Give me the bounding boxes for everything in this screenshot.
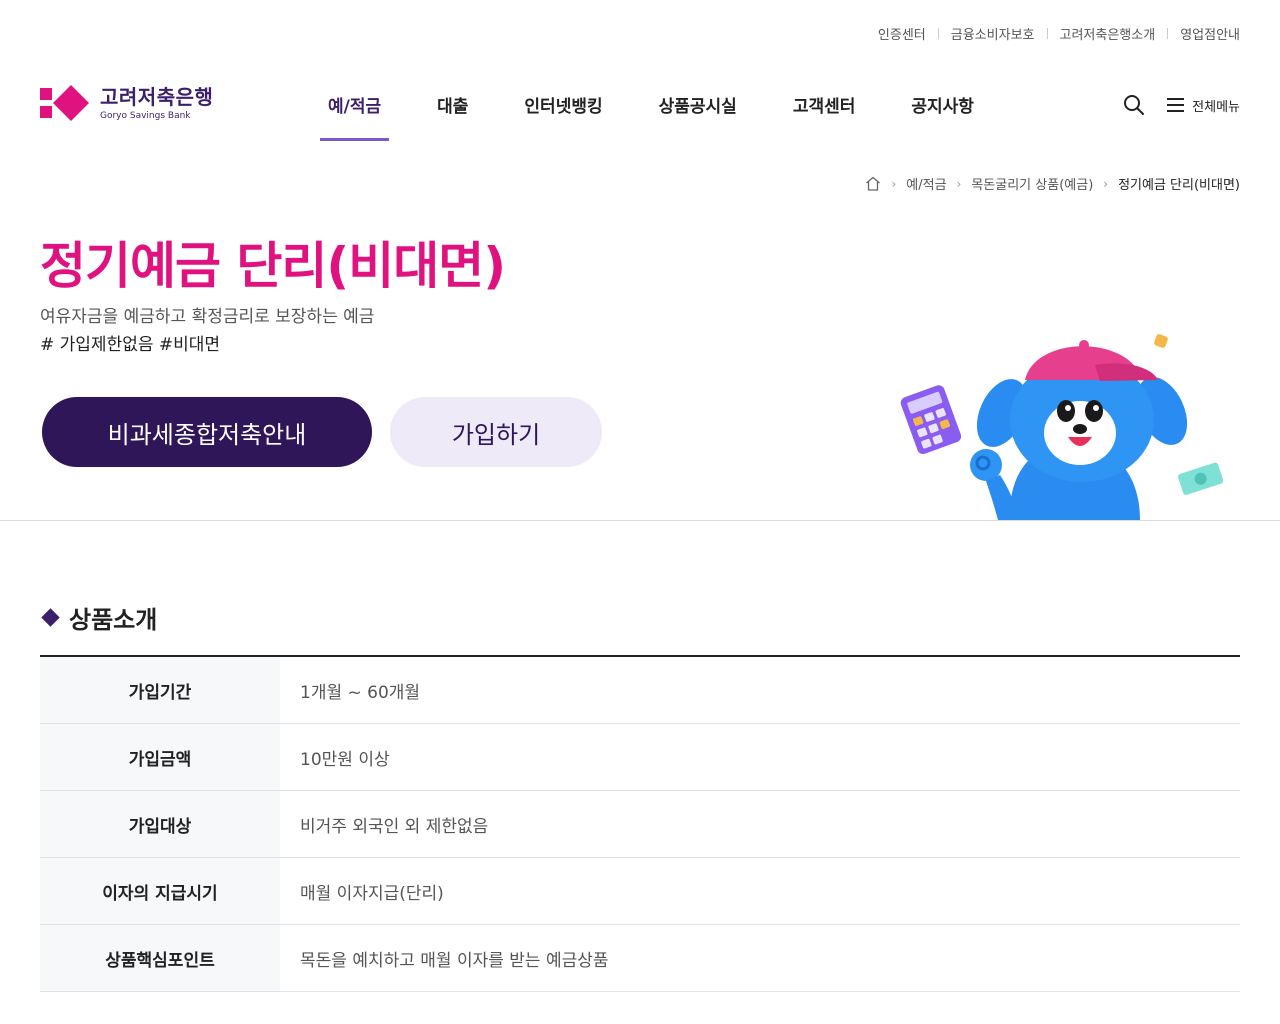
main-nav: 예/적금 대출 인터넷뱅킹 상품공시실 고객센터 공지사항 bbox=[300, 92, 1002, 142]
divider bbox=[937, 28, 939, 39]
breadcrumb-item[interactable]: 목돈굴리기 상품(예금) bbox=[971, 174, 1093, 193]
row-label: 가입기간 bbox=[40, 657, 280, 723]
row-value: 1개월 ~ 60개월 bbox=[300, 682, 421, 703]
mascot-illustration bbox=[900, 334, 1224, 520]
row-label: 상품핵심포인트 bbox=[40, 925, 280, 991]
nav-product-disclosure[interactable]: 상품공시실 bbox=[631, 92, 765, 142]
table-row: 상품핵심포인트 목돈을 예치하고 매월 이자를 받는 예금상품 bbox=[40, 925, 1240, 992]
row-value: 10만원 이상 bbox=[300, 749, 390, 770]
nav-internet-banking[interactable]: 인터넷뱅킹 bbox=[496, 92, 630, 142]
util-link-auth-center[interactable]: 인증센터 bbox=[878, 24, 926, 43]
search-icon[interactable] bbox=[1123, 94, 1145, 116]
utility-nav: 인증센터 금융소비자보호 고려저축은행소개 영업점안내 bbox=[878, 24, 1240, 43]
join-button[interactable]: 가입하기 bbox=[390, 397, 602, 467]
row-label: 가입금액 bbox=[40, 724, 280, 790]
table-row: 가입대상 비거주 외국인 외 제한없음 bbox=[40, 791, 1240, 858]
section-title: 상품소개 bbox=[69, 606, 158, 634]
util-link-consumer-protection[interactable]: 금융소비자보호 bbox=[951, 24, 1035, 43]
home-icon[interactable] bbox=[865, 176, 881, 191]
sparkle-icon bbox=[1154, 334, 1168, 348]
logo-name: 고려저축은행 bbox=[100, 84, 214, 109]
all-menu-label: 전체메뉴 bbox=[1192, 99, 1240, 115]
product-info-table: 가입기간 1개월 ~ 60개월 가입금액 10만원 이상 가입대상 비거주 외국… bbox=[40, 655, 1240, 992]
nav-customer-center[interactable]: 고객센터 bbox=[765, 92, 884, 142]
breadcrumb-current: 정기예금 단리(비대면) bbox=[1118, 178, 1240, 193]
all-menu-button[interactable]: 전체메뉴 bbox=[1167, 96, 1240, 115]
hamburger-icon bbox=[1167, 98, 1185, 112]
product-tags: # 가입제한없음 #비대면 bbox=[40, 335, 221, 355]
header-actions: 전체메뉴 bbox=[1123, 94, 1240, 116]
util-link-branches[interactable]: 영업점안내 bbox=[1180, 24, 1240, 43]
section-heading: 상품소개 bbox=[40, 600, 157, 635]
product-description: 여유자금을 예금하고 확정금리로 보장하는 예금 bbox=[40, 307, 375, 327]
bank-logo[interactable]: 고려저축은행 Goryo Savings Bank bbox=[40, 84, 213, 122]
divider bbox=[1167, 28, 1169, 39]
breadcrumb: › 예/적금 › 목돈굴리기 상품(예금) › 정기예금 단리(비대면) bbox=[865, 174, 1240, 193]
money-icon bbox=[1178, 462, 1224, 495]
chevron-right-icon: › bbox=[1103, 176, 1109, 191]
calculator-icon bbox=[900, 385, 962, 455]
tax-free-savings-info-button[interactable]: 비과세종합저축안내 bbox=[42, 397, 372, 467]
row-value: 비거주 외국인 외 제한없음 bbox=[300, 816, 489, 837]
mascot-dog bbox=[970, 340, 1188, 520]
row-label: 이자의 지급시기 bbox=[40, 858, 280, 924]
table-row: 가입기간 1개월 ~ 60개월 bbox=[40, 657, 1240, 724]
nav-loan[interactable]: 대출 bbox=[409, 92, 496, 142]
row-label: 가입대상 bbox=[40, 791, 280, 857]
logo-mark-icon bbox=[40, 85, 89, 121]
diamond-bullet-icon bbox=[41, 608, 60, 627]
table-row: 이자의 지급시기 매월 이자지급(단리) bbox=[40, 858, 1240, 925]
row-value: 매월 이자지급(단리) bbox=[300, 883, 444, 904]
section-divider bbox=[0, 520, 1280, 521]
row-value: 목돈을 예치하고 매월 이자를 받는 예금상품 bbox=[300, 950, 609, 971]
table-row: 가입금액 10만원 이상 bbox=[40, 724, 1240, 791]
breadcrumb-item[interactable]: 예/적금 bbox=[906, 174, 946, 193]
logo-english-name: Goryo Savings Bank bbox=[100, 110, 191, 121]
chevron-right-icon: › bbox=[891, 176, 897, 191]
chevron-right-icon: › bbox=[956, 176, 962, 191]
nav-deposit[interactable]: 예/적금 bbox=[300, 92, 409, 142]
divider bbox=[1046, 28, 1048, 39]
util-link-about-bank[interactable]: 고려저축은행소개 bbox=[1060, 24, 1156, 43]
page-title: 정기예금 단리(비대면) bbox=[40, 237, 506, 295]
nav-notice[interactable]: 공지사항 bbox=[883, 92, 1002, 142]
